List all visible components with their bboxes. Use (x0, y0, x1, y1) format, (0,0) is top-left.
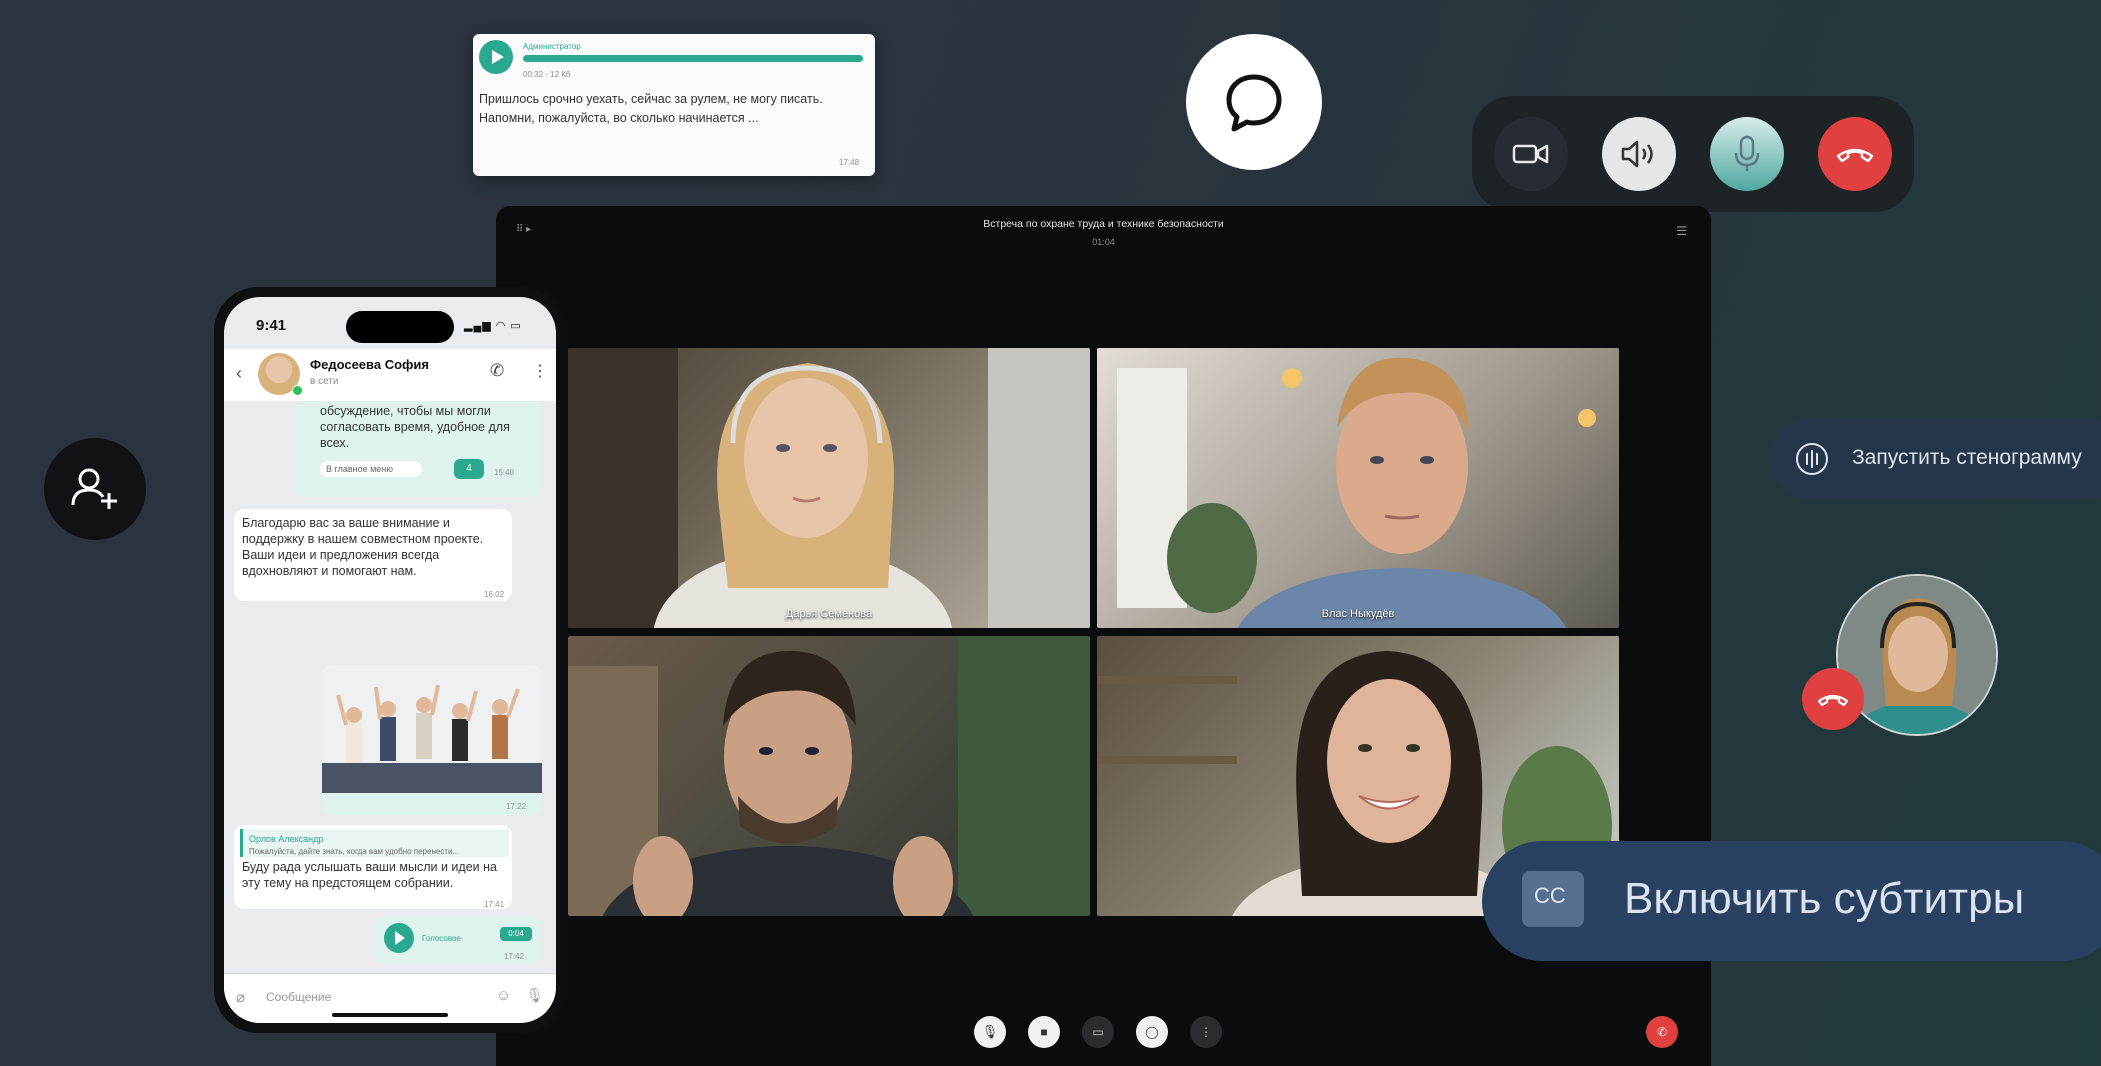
participant-video (568, 348, 1090, 628)
voice-message-card[interactable]: Администратор 00:32 · 12 Кб Пришлось сро… (473, 34, 875, 176)
photo-message[interactable]: 17:22 (322, 665, 542, 815)
participant-video (568, 636, 1090, 916)
message-input[interactable]: Сообщение (266, 990, 331, 1004)
add-user-button[interactable] (44, 438, 146, 540)
toolbar-camera-button[interactable]: ■ (1028, 1016, 1060, 1048)
status-time: 9:41 (256, 317, 287, 334)
hang-up-button[interactable] (1818, 117, 1892, 191)
message-time: 17:22 (506, 802, 527, 811)
phone-hangup-icon: ✆ (1656, 1025, 1668, 1039)
chat-header: ‹ Федосеева София в сети ✆ ⋮ (224, 349, 556, 401)
message-bubble-incoming[interactable]: Благодарю вас за ваше внимание и поддерж… (234, 509, 512, 601)
enable-subtitles-label: Включить субтитры (1624, 874, 2025, 923)
message-time: 15:40 (494, 468, 515, 477)
microphone-icon (1734, 135, 1760, 171)
speaker-button[interactable] (1602, 117, 1676, 191)
microphone-icon: 🎙︎ (981, 1024, 999, 1039)
meeting-timer: 01:04 (1092, 237, 1115, 247)
back-icon[interactable]: ‹ (236, 363, 242, 384)
message-time: 17:42 (504, 952, 525, 961)
closed-captions-icon: CC (1522, 871, 1584, 927)
contact-status: в сети (310, 376, 339, 387)
voice-sender: Администратор (523, 42, 581, 51)
video-camera-icon (1512, 144, 1549, 164)
voice-duration-badge: 0:04 (500, 927, 532, 941)
participant-name: Влас Ныкудёв (1321, 608, 1395, 620)
play-icon[interactable] (384, 923, 414, 953)
voice-progress-bar[interactable] (523, 55, 863, 62)
participant-video (1117, 357, 1596, 628)
voice-label: Голосовое (422, 934, 461, 943)
play-icon[interactable] (479, 40, 513, 74)
toolbar-hang-up-button[interactable]: ✆ (1646, 1016, 1678, 1048)
participant-name: Дарья Семенова (785, 608, 873, 620)
message-bubble-outgoing[interactable]: обсуждение, чтобы мы могли согласовать в… (294, 401, 542, 497)
screen-share-icon: ▭ (1092, 1025, 1104, 1039)
audio-wave-icon (1796, 443, 1828, 475)
message-text: Буду рада услышать ваши мысли и идеи на … (242, 860, 497, 890)
voice-duration: 00:32 · 12 Кб (523, 70, 571, 79)
emoji-icon[interactable]: ☺ (496, 987, 511, 1004)
start-transcript-label: Запустить стенограмму (1852, 446, 2082, 469)
attach-icon[interactable]: ⌀ (236, 988, 245, 1006)
toolbar-chat-button[interactable]: ◯ (1136, 1016, 1168, 1048)
call-controls-panel (1472, 96, 1914, 212)
microphone-button[interactable] (1710, 117, 1784, 191)
call-icon[interactable]: ✆ (490, 361, 504, 381)
reply-quote[interactable]: Орлов Александр Пожалуйста, дайте знать,… (240, 829, 509, 857)
group-photo (322, 665, 542, 793)
phone-hangup-icon (1817, 694, 1849, 707)
message-text: Благодарю вас за ваше внимание и поддерж… (242, 516, 484, 578)
meeting-title: Встреча по охране труда и технике безопа… (983, 218, 1224, 230)
reply-quote-text: Пожалуйста, дайте знать, когда вам удобн… (249, 847, 460, 856)
dynamic-island (346, 311, 454, 343)
home-indicator (332, 1013, 448, 1017)
voice-transcript-text: Пришлось срочно уехать, сейчас за рулем,… (479, 92, 823, 125)
participant-tile[interactable]: Влас Ныкудёв (1097, 348, 1619, 628)
decline-call-button[interactable] (1802, 668, 1864, 730)
message-time: 16:02 (484, 590, 505, 599)
chat-bubble-icon: ◯ (1145, 1025, 1159, 1039)
phone-screen: 9:41 ▂▄▆ ◠ ▭ ‹ Федосеева София в сети ✆ … (224, 297, 556, 1023)
voice-time: 17:48 (839, 158, 860, 167)
reply-message-bubble[interactable]: Орлов Александр Пожалуйста, дайте знать,… (234, 825, 512, 909)
toolbar-more-button[interactable]: ⋮ (1190, 1016, 1222, 1048)
microphone-icon[interactable]: 🎙︎ (526, 987, 544, 1004)
video-camera-icon: ■ (1040, 1025, 1048, 1039)
more-icon: ⋮ (1200, 1025, 1212, 1039)
enable-subtitles-button[interactable]: CC Включить субтитры (1482, 841, 2101, 961)
message-text: обсуждение, чтобы мы могли согласовать в… (320, 404, 510, 450)
add-user-icon (71, 468, 117, 509)
reaction-count-badge[interactable]: 4 (454, 459, 484, 479)
message-time: 17:41 (484, 900, 505, 909)
participants-list-icon[interactable]: ☰ (1676, 224, 1687, 238)
chat-bubble-icon (1226, 74, 1282, 132)
speaker-icon (1621, 140, 1653, 168)
participant-tile[interactable]: Дарья Семенова (568, 348, 1090, 628)
start-transcript-button[interactable]: Запустить стенограмму (1770, 419, 2101, 499)
online-indicator (292, 385, 303, 396)
chat-icon-button[interactable] (1186, 34, 1322, 170)
toolbar-screen-share-button[interactable]: ▭ (1082, 1016, 1114, 1048)
voice-message-bubble[interactable]: Голосовое 0:04 17:42 (374, 917, 542, 963)
status-icons: ▂▄▆ ◠ ▭ (464, 320, 522, 332)
reaction-chip[interactable]: В главное меню (320, 461, 422, 477)
phone-hangup-icon (1836, 148, 1874, 163)
phone-mockup: 9:41 ▂▄▆ ◠ ▭ ‹ Федосеева София в сети ✆ … (214, 287, 566, 1033)
more-icon[interactable]: ⋮ (532, 361, 548, 381)
toolbar-mic-button[interactable]: 🎙︎ (974, 1016, 1006, 1048)
contact-name[interactable]: Федосеева София (310, 357, 429, 372)
participant-tile[interactable] (568, 636, 1090, 916)
camera-button[interactable] (1494, 117, 1568, 191)
